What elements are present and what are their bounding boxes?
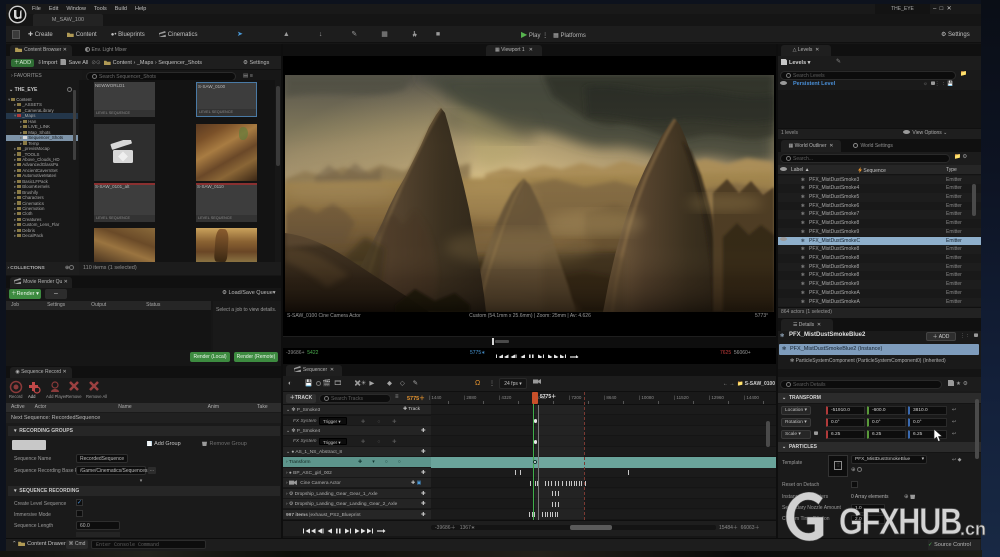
svg-text:Add: Add [28, 394, 36, 399]
svg-text:Remove: Remove [66, 394, 82, 399]
svg-text:Record: Record [9, 394, 23, 399]
svg-text:Remove All: Remove All [86, 394, 107, 399]
svg-text:GFXHUB: GFXHUB [839, 501, 962, 542]
svg-text:Add Player: Add Player [46, 394, 67, 399]
svg-text:.cn: .cn [960, 519, 986, 539]
